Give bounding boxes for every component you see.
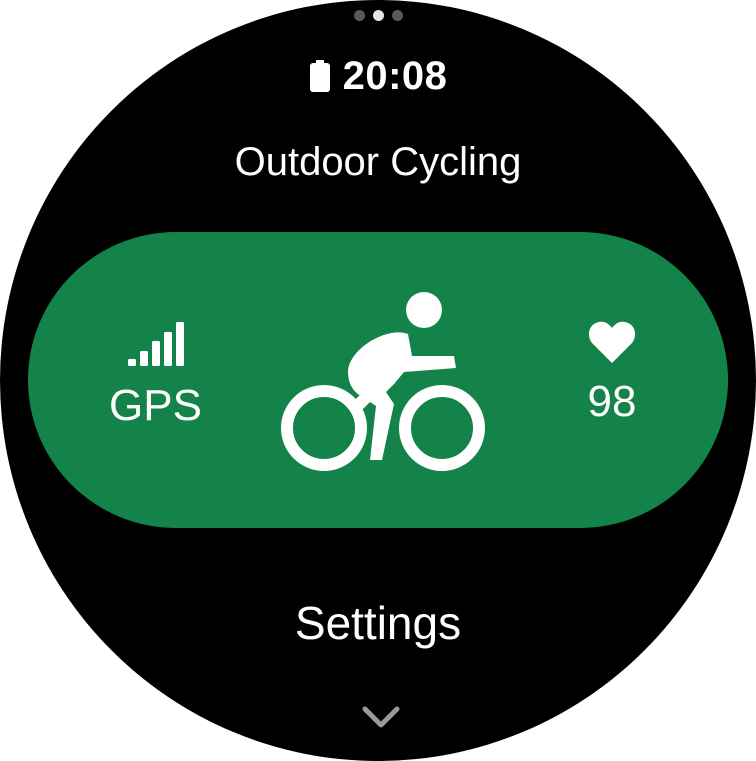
gps-status: GPS — [108, 322, 203, 432]
workout-title: Outdoor Cycling — [234, 140, 522, 184]
battery-icon — [309, 60, 331, 92]
heart-rate-value: 98 — [587, 377, 637, 426]
page-indicator — [0, 10, 756, 21]
clock-time: 20:08 — [342, 54, 448, 98]
chevron-down-icon[interactable] — [361, 703, 401, 731]
signal-bars-icon — [108, 322, 203, 366]
start-workout-button[interactable]: GPS 98 — [28, 232, 728, 528]
status-bar: 20:08 — [0, 54, 756, 98]
gps-label: GPS — [109, 381, 202, 430]
page-dot — [353, 10, 365, 21]
watch-screen: 20:08 Outdoor Cycling GPS 98 Settings — [0, 0, 756, 761]
heart-rate: 98 — [576, 320, 648, 428]
page-dot — [391, 10, 403, 21]
page-dot-active — [372, 10, 384, 21]
settings-button[interactable]: Settings — [0, 596, 756, 650]
cyclist-icon — [281, 292, 485, 471]
heart-icon — [576, 320, 648, 364]
